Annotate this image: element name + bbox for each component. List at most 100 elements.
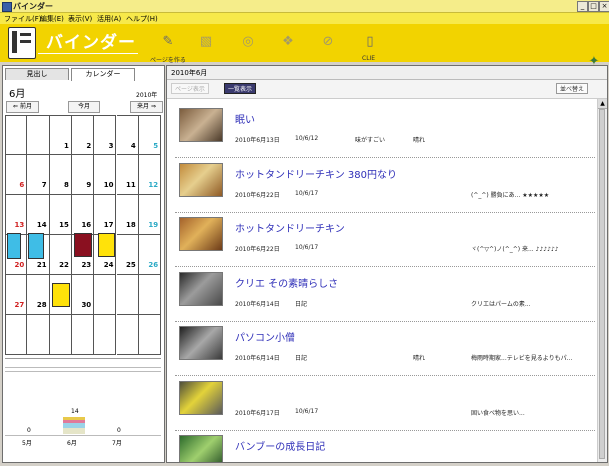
import-photo-icon[interactable]: ▧ — [196, 32, 216, 52]
menu-edit[interactable]: 編集(E) — [40, 14, 64, 24]
calendar-day-cell[interactable]: 26 — [138, 235, 162, 275]
calendar-day-cell[interactable]: 11 — [116, 155, 139, 195]
next-month-button[interactable]: 来月 ⇒ — [130, 101, 163, 113]
tab-calendar[interactable]: カレンダー — [71, 68, 135, 81]
calendar-day-cell[interactable]: 19 — [138, 195, 162, 235]
day-10-entry-thumb[interactable] — [98, 233, 115, 257]
calendar-day-cell[interactable] — [94, 275, 117, 315]
entry-photo[interactable] — [179, 162, 223, 197]
calendar-day-cell[interactable]: 9 — [71, 155, 95, 195]
clie-device-icon[interactable]: ▯ — [360, 32, 380, 52]
calendar-day-cell[interactable] — [27, 315, 50, 355]
calendar-day-cell[interactable] — [116, 315, 139, 355]
day-15-entry-thumb[interactable] — [52, 283, 70, 307]
clie-caption: CLIE — [362, 55, 376, 62]
scroll-thumb[interactable] — [599, 109, 605, 459]
calendar-day-cell[interactable]: 14 — [27, 195, 50, 235]
list-view-button[interactable]: 一覧表示 — [224, 83, 257, 94]
entry-date: 2010年6月14日 — [235, 355, 280, 362]
calendar-day-number: 5 — [153, 142, 159, 150]
menu-utilize[interactable]: 活用(A) — [97, 14, 121, 24]
calendar-day-cell[interactable] — [71, 315, 95, 355]
calendar-day-cell[interactable]: 2 — [71, 115, 95, 155]
list-item[interactable]: バンブーの成長日記 — [175, 430, 595, 462]
scroll-up-button[interactable]: ▲ — [598, 99, 607, 109]
calendar-day-cell[interactable] — [94, 315, 117, 355]
calendar-day-cell[interactable]: 8 — [49, 155, 72, 195]
calendar-day-number: 25 — [126, 261, 136, 269]
calendar-day-cell[interactable]: 17 — [94, 195, 117, 235]
page-view-button[interactable]: ページ表示 — [171, 83, 209, 94]
calendar-day-cell[interactable]: 25 — [116, 235, 139, 275]
entry-title[interactable]: ホットタンドリーチキン — [235, 220, 345, 235]
calendar-day-number: 19 — [148, 221, 159, 229]
calendar-day-cell[interactable]: 4 — [116, 115, 139, 155]
calendar-day-cell[interactable] — [116, 275, 139, 315]
menu-help[interactable]: ヘルプ(H) — [126, 14, 158, 24]
sort-button[interactable]: 並べ替え — [556, 83, 589, 94]
calendar-day-cell[interactable]: 12 — [138, 155, 162, 195]
stickers-icon[interactable]: ❖ — [278, 32, 298, 52]
calendar-day-cell[interactable]: 10 — [94, 155, 117, 195]
calendar-day-cell[interactable]: 15 — [49, 195, 72, 235]
menu-file[interactable]: ファイル(F) — [4, 14, 42, 24]
calendar-day-cell[interactable]: 28 — [27, 275, 50, 315]
list-item[interactable]: 眠い 2010年6月13日 10/6/12 味がすごい 晴れ — [175, 103, 595, 158]
entry-photo[interactable] — [179, 435, 223, 462]
calendar-day-cell[interactable]: 22 — [49, 235, 72, 275]
entry-note: 固い食べ物を思い... — [471, 409, 525, 417]
calendar-day-cell[interactable]: 18 — [116, 195, 139, 235]
calendar-day-number: 16 — [81, 221, 92, 229]
entry-title[interactable]: クリエ その素晴らしさ — [235, 275, 338, 290]
calendar-day-cell[interactable]: 27 — [5, 275, 28, 315]
maximize-button[interactable]: □ — [588, 1, 599, 12]
day-7-entry-thumb[interactable] — [28, 233, 44, 259]
create-page-caption: ページを作る — [150, 57, 186, 64]
entry-photo[interactable] — [179, 271, 223, 306]
entry-photo[interactable] — [179, 217, 223, 251]
calendar-day-cell[interactable]: 6 — [5, 155, 28, 195]
month-july: 7月 — [112, 440, 122, 447]
menu-view[interactable]: 表示(V) — [68, 14, 92, 24]
calendar-day-cell[interactable] — [138, 315, 162, 355]
entry-title[interactable]: バンブーの成長日記 — [235, 438, 325, 453]
close-button[interactable]: × — [599, 1, 609, 12]
list-item[interactable]: クリエ その素晴らしさ 2010年6月14日 日記 クリエはパームの素... — [175, 267, 595, 322]
prev-month-button[interactable]: ⇐ 前月 — [6, 101, 39, 113]
search-icon[interactable]: ◎ — [238, 32, 258, 52]
calendar-day-cell[interactable]: 1 — [49, 115, 72, 155]
calendar-day-number: 24 — [103, 261, 114, 269]
tab-headings[interactable]: 見出し — [5, 68, 69, 80]
calendar-day-cell[interactable]: 5 — [138, 115, 162, 155]
calendar-day-cell[interactable]: 13 — [5, 195, 28, 235]
entry-title[interactable]: パソコン小僧 — [235, 329, 295, 344]
minimize-button[interactable]: _ — [577, 1, 588, 12]
list-scrollbar[interactable]: ▲ — [597, 99, 607, 462]
list-item[interactable]: パソコン小僧 2010年6月14日 日記 晴れ 梅雨時期家...テレビを見るよりもパ..… — [175, 321, 595, 376]
calendar-day-cell[interactable] — [5, 115, 28, 155]
edit-page-icon[interactable]: ✎ — [158, 32, 178, 52]
entry-tag: 味がすごい — [355, 137, 386, 144]
entry-title[interactable]: ホットタンドリーチキン 380円なり — [235, 166, 397, 181]
calendar-day-cell[interactable] — [5, 315, 28, 355]
list-item[interactable]: 2010年6月17日 10/6/17 固い食べ物を思い... — [175, 376, 595, 431]
entry-photo[interactable] — [179, 380, 223, 415]
list-item[interactable]: ホットタンドリーチキン 380円なり 2010年6月22日 10/6/17 (^_^)… — [175, 158, 595, 213]
attach-icon[interactable]: ⊘ — [318, 32, 338, 52]
calendar-day-cell[interactable]: 3 — [94, 115, 117, 155]
list-item[interactable]: ホットタンドリーチキン 2010年6月22日 10/6/17 ヾ(^▽^)ノ(^_^)… — [175, 212, 595, 267]
app-icon — [2, 2, 12, 12]
calendar-day-cell[interactable]: 30 — [71, 275, 95, 315]
entry-photo[interactable] — [179, 326, 223, 360]
calendar-day-cell[interactable]: 7 — [27, 155, 50, 195]
day-6-entry-thumb[interactable] — [7, 233, 21, 259]
entry-title[interactable]: 眠い — [235, 111, 255, 126]
calendar-day-cell[interactable] — [49, 315, 72, 355]
day-9-entry-thumb[interactable] — [74, 233, 92, 257]
calendar-day-cell[interactable]: 16 — [71, 195, 95, 235]
entry-photo[interactable] — [179, 108, 223, 142]
calendar-day-cell[interactable] — [138, 275, 162, 315]
calendar-day-number: 27 — [14, 301, 25, 309]
this-month-button[interactable]: 今月 — [68, 101, 100, 113]
calendar-day-cell[interactable] — [27, 115, 50, 155]
